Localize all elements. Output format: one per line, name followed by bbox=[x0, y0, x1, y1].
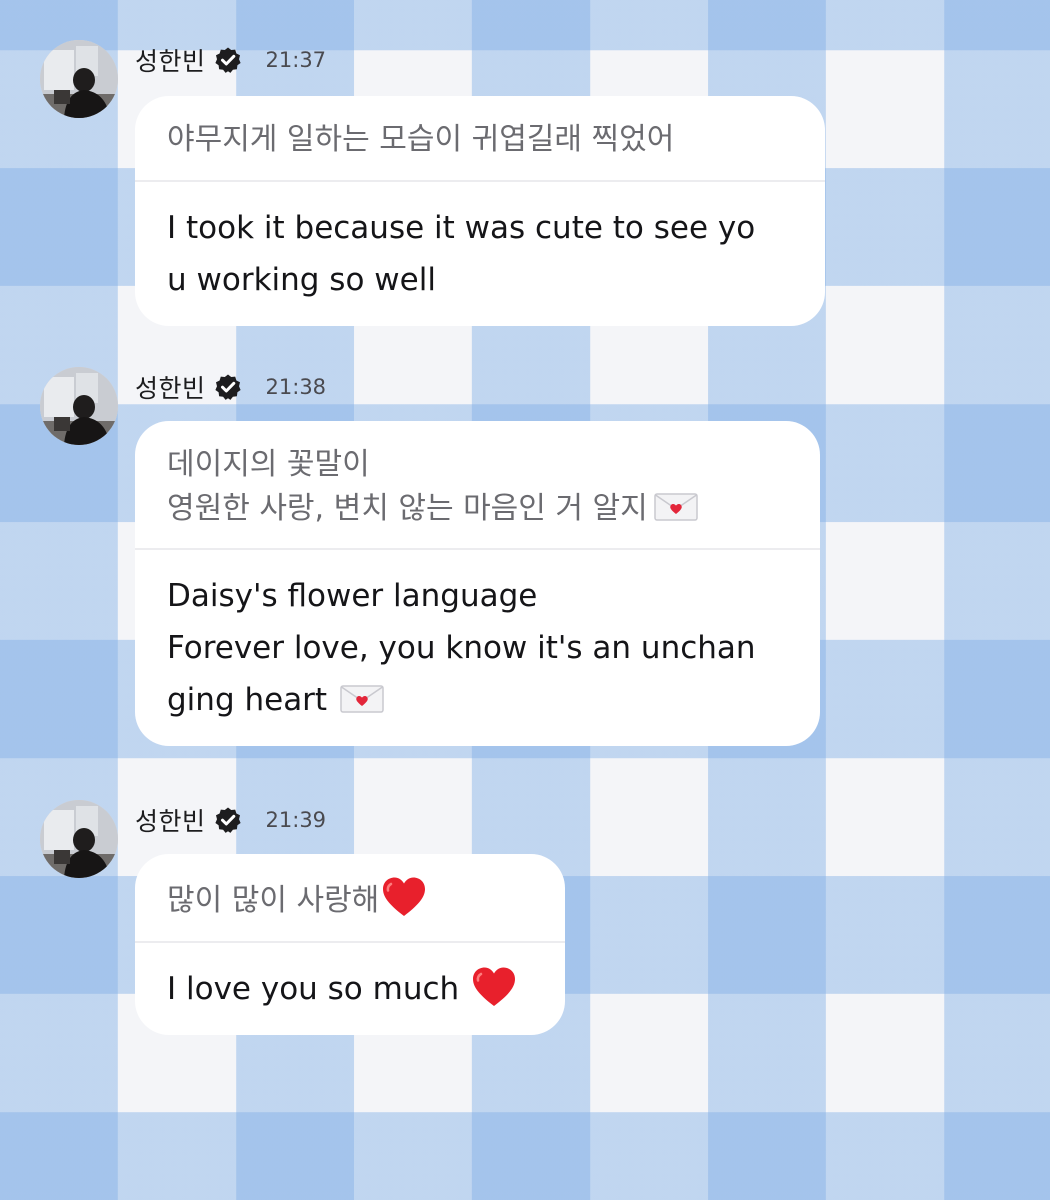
timestamp: 21:39 bbox=[265, 808, 327, 832]
original-text-block: 많이 많이 사랑해 bbox=[135, 854, 565, 943]
message-bubble[interactable]: 야무지게 일하는 모습이 귀엽길래 찍었어 I took it because … bbox=[135, 96, 825, 326]
sender-name: 성한빈 bbox=[135, 374, 206, 403]
translated-text: Daisy's flower language Forever love, yo… bbox=[167, 578, 756, 719]
sender-name: 성한빈 bbox=[135, 47, 206, 76]
message-header: 성한빈 21:39 bbox=[135, 802, 326, 838]
original-text-block: 데이지의 꽃말이 영원한 사랑, 변치 않는 마음인 거 알지 bbox=[135, 421, 820, 550]
sender-name: 성한빈 bbox=[135, 807, 206, 836]
message-header: 성한빈 21:37 bbox=[135, 42, 326, 78]
original-text: 야무지게 일하는 모습이 귀엽길래 찍었어 bbox=[135, 96, 825, 182]
timestamp: 21:37 bbox=[265, 48, 327, 72]
verified-badge-icon bbox=[214, 47, 241, 73]
love-letter-icon bbox=[654, 492, 698, 521]
original-text: 데이지의 꽃말이 영원한 사랑, 변치 않는 마음인 거 알지 bbox=[167, 447, 648, 526]
translated-text-block: Daisy's flower language Forever love, yo… bbox=[135, 550, 820, 746]
avatar[interactable] bbox=[40, 367, 118, 445]
love-letter-icon bbox=[340, 685, 384, 713]
red-heart-icon bbox=[383, 877, 426, 916]
verified-badge-icon bbox=[214, 807, 241, 833]
original-text: 많이 많이 사랑해 bbox=[167, 883, 380, 918]
message-bubble[interactable]: 많이 많이 사랑해 I love you so much bbox=[135, 854, 565, 1035]
verified-badge-icon bbox=[214, 374, 241, 400]
avatar[interactable] bbox=[40, 40, 118, 118]
timestamp: 21:38 bbox=[265, 375, 327, 399]
translated-text: I took it because it was cute to see yo … bbox=[167, 209, 756, 298]
message-group: 성한빈 21:37 야무지게 일하는 모습이 귀엽길래 찍었어 I took i… bbox=[40, 40, 1040, 330]
translated-text-block: I love you so much bbox=[135, 943, 565, 1035]
avatar[interactable] bbox=[40, 800, 118, 878]
translated-text: I love you so much bbox=[167, 970, 460, 1007]
red-heart-icon bbox=[473, 967, 516, 1006]
message-group: 성한빈 21:39 많이 많이 사랑해 I love you so much bbox=[40, 800, 1040, 1040]
message-header: 성한빈 21:38 bbox=[135, 369, 326, 405]
message-bubble[interactable]: 데이지의 꽃말이 영원한 사랑, 변치 않는 마음인 거 알지 Daisy's … bbox=[135, 421, 820, 747]
message-group: 성한빈 21:38 데이지의 꽃말이 영원한 사랑, 변치 않는 마음인 거 알… bbox=[40, 367, 1040, 767]
